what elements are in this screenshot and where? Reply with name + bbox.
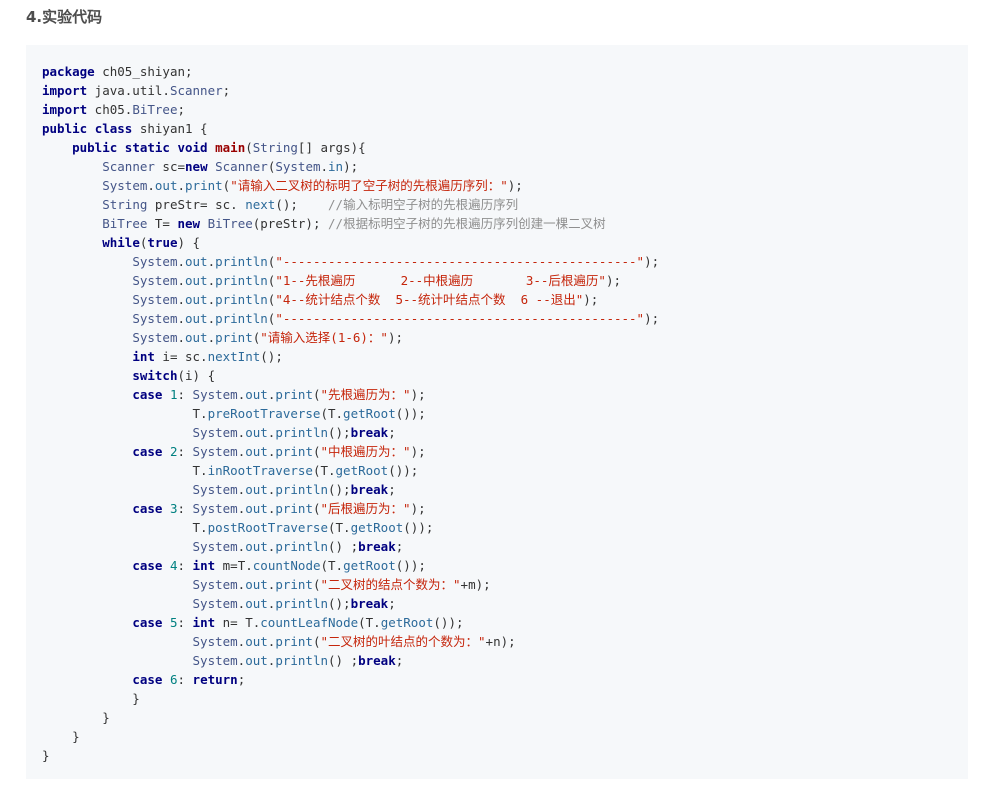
code-line: String preStr= sc. next(); //输入标明空子树的先根遍… (102, 197, 519, 212)
code-line: } (42, 691, 140, 706)
code-line: case 5: int n= T.countLeafNode(T.getRoot… (132, 615, 464, 630)
code-line: System.out.println("--------------------… (132, 254, 660, 269)
code-line: } (42, 729, 80, 744)
code-line: System.out.print("二叉树的结点个数为："+m); (192, 577, 491, 592)
code-line: case 6: return; (132, 672, 246, 687)
code-content: package ch05_shiyan; import java.util.Sc… (42, 62, 659, 765)
code-line: } (42, 710, 110, 725)
code-line: System.out.print("二叉树的叶结点的个数为："+n); (192, 634, 516, 649)
code-line: System.out.println("4--统计结点个数 5--统计叶结点个数… (132, 292, 599, 307)
code-line: BiTree T= new BiTree(preStr); //根据标明空子树的… (102, 216, 606, 231)
code-line: case 3: System.out.print("后根遍历为："); (132, 501, 426, 516)
code-line: switch(i) { (132, 368, 216, 383)
code-line: System.out.println() ;break; (192, 539, 404, 554)
code-line: package ch05_shiyan; (42, 64, 193, 79)
section-heading: 4.实验代码 (26, 8, 103, 26)
code-line: case 1: System.out.print("先根遍历为："); (132, 387, 426, 402)
code-line: public class shiyan1 { (42, 121, 208, 136)
code-line: System.out.println();break; (192, 482, 396, 497)
code-line: T.postRootTraverse(T.getRoot()); (42, 520, 434, 535)
code-line: case 2: System.out.print("中根遍历为："); (132, 444, 426, 459)
code-line: System.out.println();break; (192, 596, 396, 611)
code-line: System.out.println("--------------------… (132, 311, 660, 326)
code-line: int i= sc.nextInt(); (132, 349, 283, 364)
code-line: System.out.println() ;break; (192, 653, 404, 668)
code-line: System.out.print("请输入二叉树的标明了空子树的先根遍历序列："… (102, 178, 523, 193)
code-block: package ch05_shiyan; import java.util.Sc… (26, 45, 968, 779)
code-line: while(true) { (102, 235, 201, 250)
code-line: import java.util.Scanner; (42, 83, 231, 98)
code-line: Scanner sc=new Scanner(System.in); (102, 159, 359, 174)
code-line: System.out.print("请输入选择(1-6)："); (132, 330, 404, 345)
code-line: public static void main(String[] args){ (72, 140, 366, 155)
code-line: import ch05.BiTree; (42, 102, 185, 117)
code-line: System.out.println();break; (192, 425, 396, 440)
code-line: System.out.println("1--先根遍历 2--中根遍历 3--后… (132, 273, 622, 288)
code-line: } (42, 748, 50, 763)
code-line: T.inRootTraverse(T.getRoot()); (42, 463, 419, 478)
code-line: T.preRootTraverse(T.getRoot()); (42, 406, 426, 421)
code-line: case 4: int m=T.countNode(T.getRoot()); (132, 558, 426, 573)
